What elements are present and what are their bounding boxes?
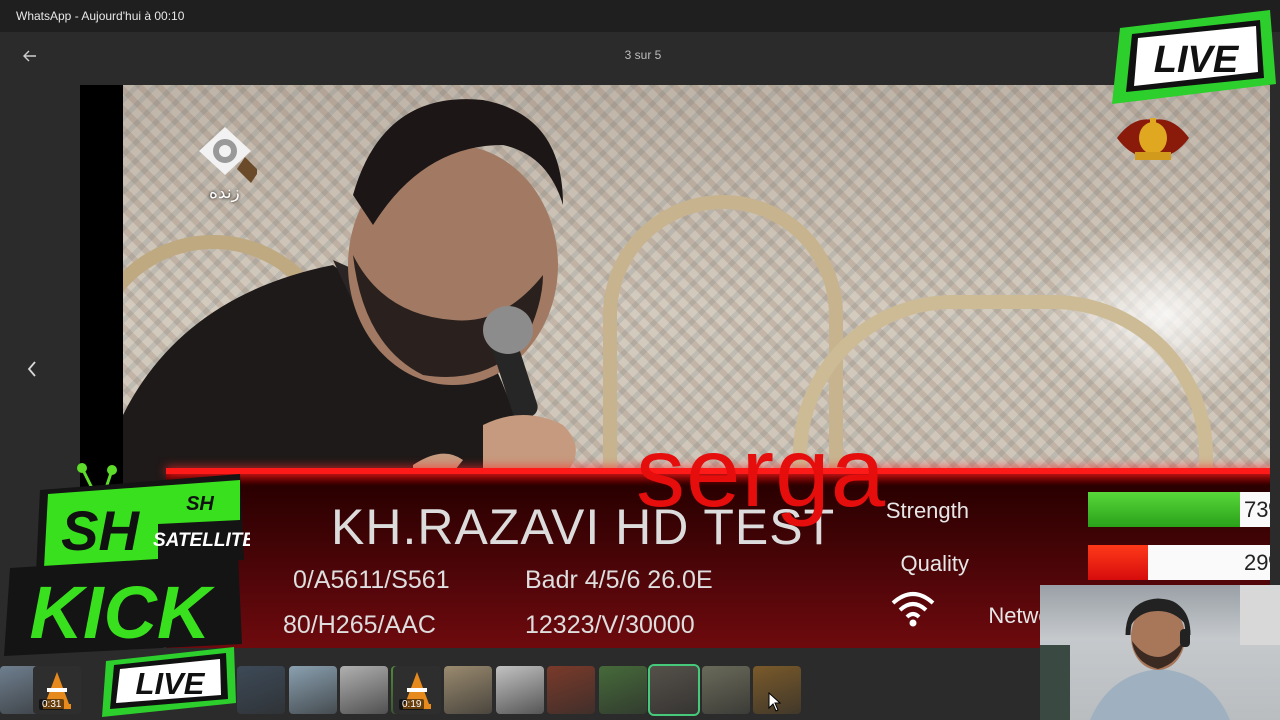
channel-bug-text: زنده bbox=[209, 183, 240, 202]
live-badge: LIVE bbox=[1112, 10, 1276, 104]
webcam-overlay bbox=[1040, 585, 1280, 720]
brand-sh-text: SH bbox=[61, 499, 140, 562]
quality-label: Quality bbox=[900, 551, 969, 576]
video-duration: 0:31 bbox=[39, 699, 65, 710]
thumbnail-photo[interactable] bbox=[648, 664, 700, 716]
thumbnail-photo[interactable] bbox=[599, 666, 647, 714]
media-counter: 3 sur 5 bbox=[624, 48, 662, 62]
quality-meter-fill bbox=[1088, 545, 1149, 580]
thumbnail-photo[interactable] bbox=[444, 666, 492, 714]
live-badge: LIVE bbox=[102, 647, 236, 717]
thumbnail-photo[interactable] bbox=[702, 666, 750, 714]
mouse-cursor-icon bbox=[768, 692, 782, 712]
chevron-left-icon[interactable] bbox=[20, 360, 44, 384]
shrine-logo bbox=[1117, 118, 1189, 160]
live-badge-text: LIVE bbox=[1154, 39, 1240, 81]
channel-logo bbox=[199, 127, 257, 183]
thumbnail-photo[interactable] bbox=[340, 666, 388, 714]
title-bar: WhatsApp - Aujourd'hui à 00:10 bbox=[0, 0, 1280, 32]
brand-satellite-text: SATELLITE bbox=[153, 530, 250, 551]
brand-kick-text: KICK bbox=[30, 571, 215, 654]
thumbnail-photo[interactable] bbox=[289, 666, 337, 714]
whatsapp-media-viewer: WhatsApp - Aujourd'hui à 00:10 3 sur 5 ز… bbox=[0, 0, 1280, 720]
thumbnail-photo[interactable] bbox=[237, 666, 285, 714]
wifi-icon bbox=[891, 592, 935, 627]
transponder-info: 12323/V/30000 bbox=[525, 611, 695, 639]
video-duration: 0:19 bbox=[399, 699, 425, 710]
satellite-info: Badr 4/5/6 26.0E bbox=[525, 566, 713, 594]
codec-info: 80/H265/AAC bbox=[283, 611, 436, 639]
media-frame: زنده KH.RAZAVI HD TEST 0/A5611/S561 Badr… bbox=[80, 85, 1270, 648]
brand-sh-small-text: SH bbox=[186, 493, 214, 515]
thumbnail-photo[interactable] bbox=[496, 666, 544, 714]
viewer-header: 3 sur 5 bbox=[0, 32, 1280, 80]
tv-video-frame: زنده KH.RAZAVI HD TEST 0/A5611/S561 Badr… bbox=[123, 85, 1270, 648]
quality-meter: 29% bbox=[1088, 545, 1270, 580]
pid-info: 0/A5611/S561 bbox=[293, 566, 450, 594]
arrow-left-icon[interactable] bbox=[18, 44, 42, 68]
strength-value: 73% bbox=[1243, 497, 1270, 522]
thumbnail-video[interactable]: 0:19 bbox=[393, 666, 441, 714]
thumbnail-video[interactable]: 0:31 bbox=[33, 666, 81, 714]
quality-value: 29% bbox=[1243, 550, 1270, 575]
window-title: WhatsApp - Aujourd'hui à 00:10 bbox=[16, 9, 185, 23]
strength-meter: 73% bbox=[1088, 492, 1270, 527]
serga-watermark: serga bbox=[636, 417, 887, 527]
live-badge-text: LIVE bbox=[136, 666, 206, 701]
strength-meter-fill bbox=[1088, 492, 1240, 527]
sh-satellite-kick-logo: SH SH SATELLITE KICK bbox=[4, 463, 250, 656]
thumbnail-photo[interactable] bbox=[547, 666, 595, 714]
webcam-person bbox=[1040, 585, 1280, 720]
